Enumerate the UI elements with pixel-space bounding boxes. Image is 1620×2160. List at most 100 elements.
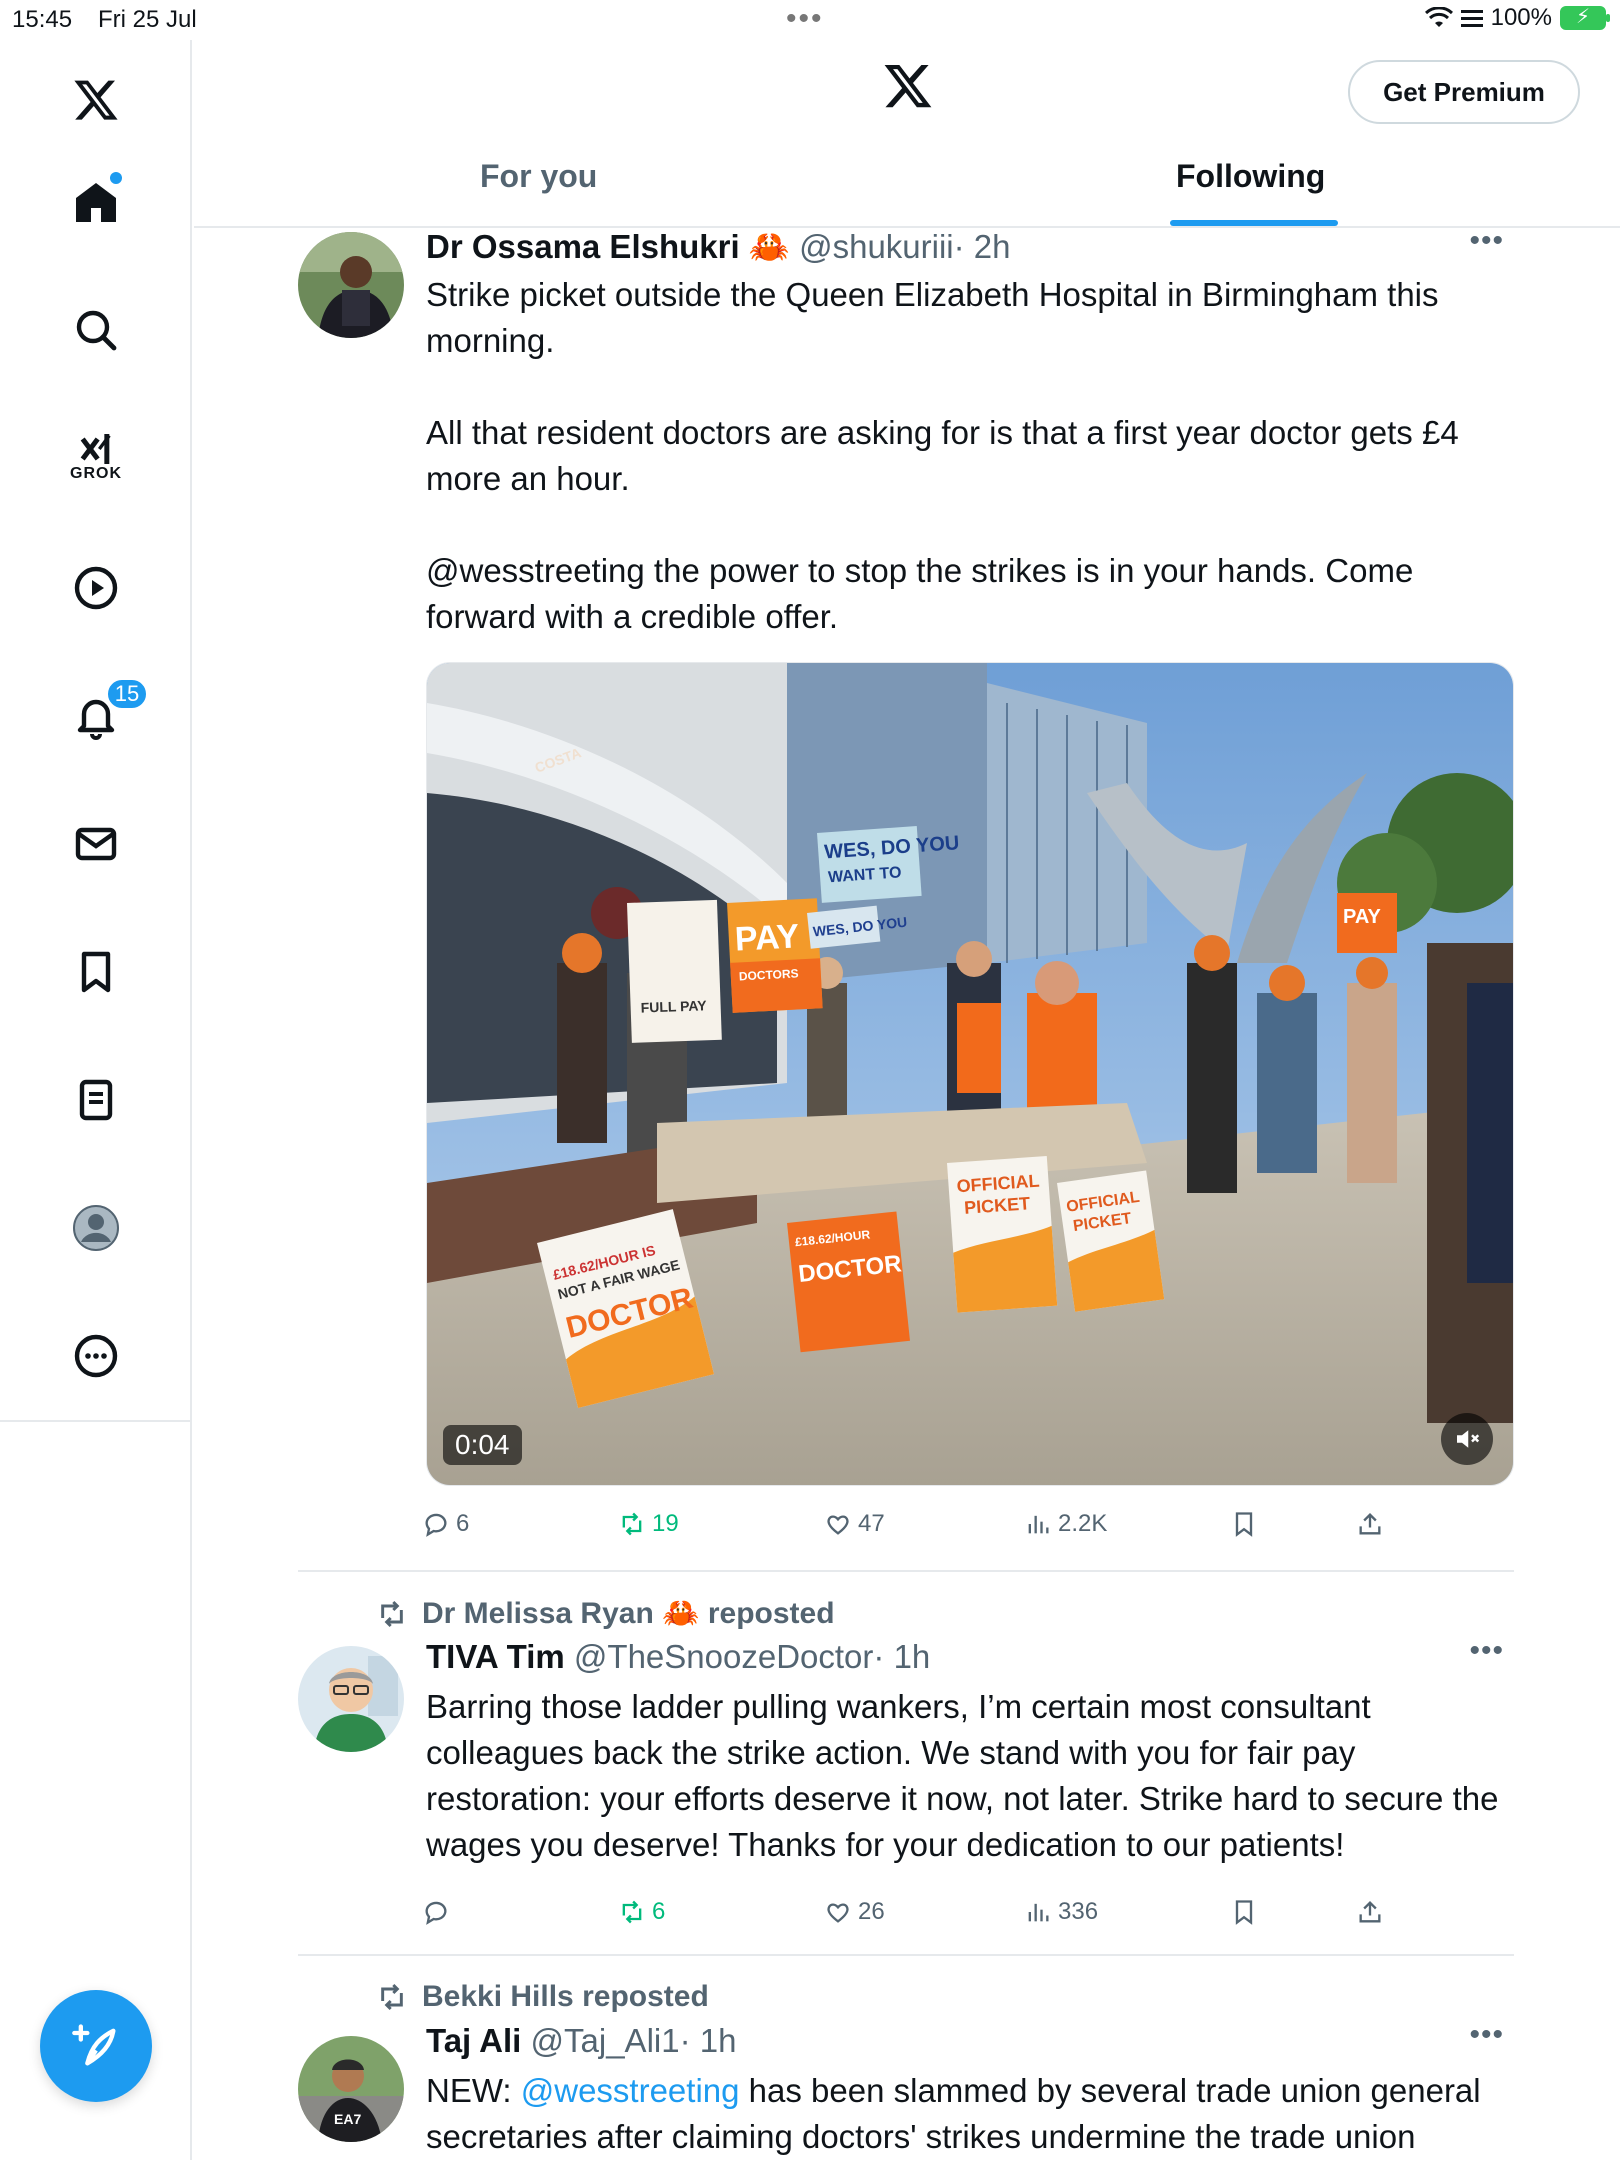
- compose-button[interactable]: [40, 1990, 152, 2102]
- share-icon: [1359, 1513, 1381, 1535]
- share-button[interactable]: [1356, 1898, 1384, 1926]
- notifications-badge: 15: [106, 678, 148, 710]
- repost-button[interactable]: 6: [618, 1898, 665, 1926]
- views-button[interactable]: 336: [1024, 1898, 1098, 1926]
- post-video[interactable]: FULL PAY PAY DOCTORS WES, DO YOU WES, DO…: [426, 662, 1514, 1486]
- post[interactable]: Bekki Hills reposted EA7 Taj Ali @Taj_Al…: [298, 1980, 1514, 2160]
- post-text: NEW: @wesstreeting has been slammed by s…: [426, 2068, 1506, 2160]
- repost-icon: [381, 1983, 403, 2011]
- timeline-header: Get Premium For you Following: [194, 40, 1620, 228]
- sidebar-divider: [0, 1420, 190, 1422]
- status-date: Fri 25 Jul: [98, 6, 197, 33]
- more-options-icon[interactable]: •••: [1469, 2018, 1504, 2052]
- video-duration: 0:04: [443, 1425, 522, 1465]
- heart-icon: [827, 1903, 849, 1923]
- mention-link[interactable]: @wesstreeting: [521, 2072, 740, 2109]
- heart-icon: [827, 1515, 849, 1535]
- reposter-name[interactable]: Dr Melissa Ryan: [422, 1597, 654, 1630]
- reposter-name[interactable]: Bekki Hills: [422, 1980, 574, 2013]
- grok-icon: [80, 434, 111, 464]
- like-button[interactable]: 26: [824, 1898, 885, 1926]
- bookmark-button[interactable]: [1230, 1510, 1258, 1538]
- share-icon: [1359, 1901, 1381, 1923]
- avatar[interactable]: [298, 1646, 404, 1752]
- more-options-icon[interactable]: •••: [1469, 1634, 1504, 1668]
- orientation-lock-icon: [1460, 10, 1483, 27]
- like-count: 47: [858, 1510, 885, 1537]
- like-count: 26: [858, 1898, 885, 1925]
- post-header: Dr Ossama Elshukri 🦀 @shukuriii· 2h: [426, 228, 1011, 267]
- sign-pay-1: PAY: [734, 917, 800, 958]
- nav-messages[interactable]: [46, 804, 146, 884]
- author-name[interactable]: Dr Ossama Elshukri: [426, 228, 740, 265]
- more-options-icon[interactable]: •••: [1469, 224, 1504, 258]
- post-divider: [298, 1570, 1514, 1572]
- more-circle-icon: [74, 1334, 118, 1378]
- repost-count: 19: [652, 1510, 679, 1537]
- repost-count: 6: [652, 1898, 666, 1925]
- share-button[interactable]: [1356, 1510, 1384, 1538]
- get-premium-button[interactable]: Get Premium: [1348, 60, 1580, 124]
- nav-grok[interactable]: GROK: [46, 416, 146, 496]
- author-name[interactable]: TIVA Tim: [426, 1638, 565, 1675]
- nav-lists[interactable]: [46, 1060, 146, 1140]
- post[interactable]: Dr Melissa Ryan 🦀 reposted TIVA Tim @The…: [298, 1596, 1514, 1956]
- repost-context: Dr Melissa Ryan 🦀 reposted: [376, 1596, 835, 1631]
- post-text: Strike picket outside the Queen Elizabet…: [426, 276, 1459, 635]
- play-circle-icon: [74, 566, 118, 610]
- post-divider: [298, 1954, 1514, 1956]
- search-icon: [76, 310, 117, 351]
- repost-suffix: reposted: [707, 1597, 835, 1630]
- post-time[interactable]: · 1h: [680, 2022, 737, 2059]
- nav-bookmarks[interactable]: [46, 932, 146, 1012]
- avatar[interactable]: [298, 232, 404, 338]
- post-time[interactable]: · 2h: [954, 228, 1011, 265]
- active-tab-indicator: [1170, 220, 1338, 226]
- profile-avatar-icon: [73, 1205, 119, 1251]
- author-handle[interactable]: @shukuriii: [799, 228, 954, 265]
- nav-video[interactable]: [46, 548, 146, 628]
- reposter-emoji: 🦀: [662, 1597, 700, 1630]
- mute-button[interactable]: [1441, 1413, 1493, 1465]
- video-frame: FULL PAY PAY DOCTORS WES, DO YOU WES, DO…: [427, 663, 1513, 1485]
- tab-for-you[interactable]: For you: [480, 158, 597, 195]
- views-button[interactable]: 2.2K: [1024, 1510, 1107, 1538]
- nav-explore[interactable]: [46, 290, 146, 370]
- views-count: 2.2K: [1058, 1510, 1108, 1537]
- post-text: Barring those ladder pulling wankers, I’…: [426, 1688, 1508, 1863]
- reply-button[interactable]: 6: [422, 1510, 469, 1538]
- multitasking-dots[interactable]: •••: [786, 2, 824, 36]
- x-logo-icon[interactable]: [882, 60, 934, 117]
- reply-icon: [425, 1513, 447, 1537]
- nav-profile[interactable]: [46, 1188, 146, 1268]
- bookmark-button[interactable]: [1230, 1898, 1258, 1926]
- avatar-shirt-text: EA7: [334, 2111, 361, 2127]
- sign-pay-2: PAY: [1343, 906, 1381, 928]
- author-handle[interactable]: @Taj_Ali1: [531, 2022, 680, 2059]
- post-header: TIVA Tim @TheSnoozeDoctor· 1h: [426, 1638, 930, 1676]
- home-icon: [76, 183, 116, 222]
- sign-full-pay: FULL PAY: [640, 997, 707, 1015]
- author-handle[interactable]: @TheSnoozeDoctor: [574, 1638, 873, 1675]
- x-logo-icon[interactable]: [46, 60, 146, 140]
- battery-percent: 100%: [1490, 4, 1552, 31]
- repost-icon: [622, 1512, 642, 1536]
- speaker-muted-icon: [1457, 1430, 1480, 1448]
- mail-icon: [75, 827, 117, 861]
- author-name[interactable]: Taj Ali: [426, 2022, 521, 2059]
- nav-home[interactable]: [46, 162, 146, 242]
- post-time[interactable]: · 1h: [873, 1638, 930, 1675]
- avatar[interactable]: EA7: [298, 2036, 404, 2142]
- tab-following[interactable]: Following: [1176, 158, 1325, 195]
- post[interactable]: Dr Ossama Elshukri 🦀 @shukuriii· 2h ••• …: [298, 224, 1514, 1558]
- author-emoji: 🦀: [748, 228, 790, 265]
- post-actions: 6 26 336: [422, 1898, 1422, 1938]
- like-button[interactable]: 47: [824, 1510, 885, 1538]
- battery-icon: ⚡: [1560, 6, 1610, 30]
- reply-button[interactable]: [422, 1898, 456, 1926]
- home-unread-dot: [110, 172, 122, 184]
- nav-notifications[interactable]: 15: [46, 676, 148, 756]
- nav-more[interactable]: [46, 1316, 146, 1396]
- sidebar: GROK 15: [0, 40, 192, 2160]
- repost-button[interactable]: 19: [618, 1510, 679, 1538]
